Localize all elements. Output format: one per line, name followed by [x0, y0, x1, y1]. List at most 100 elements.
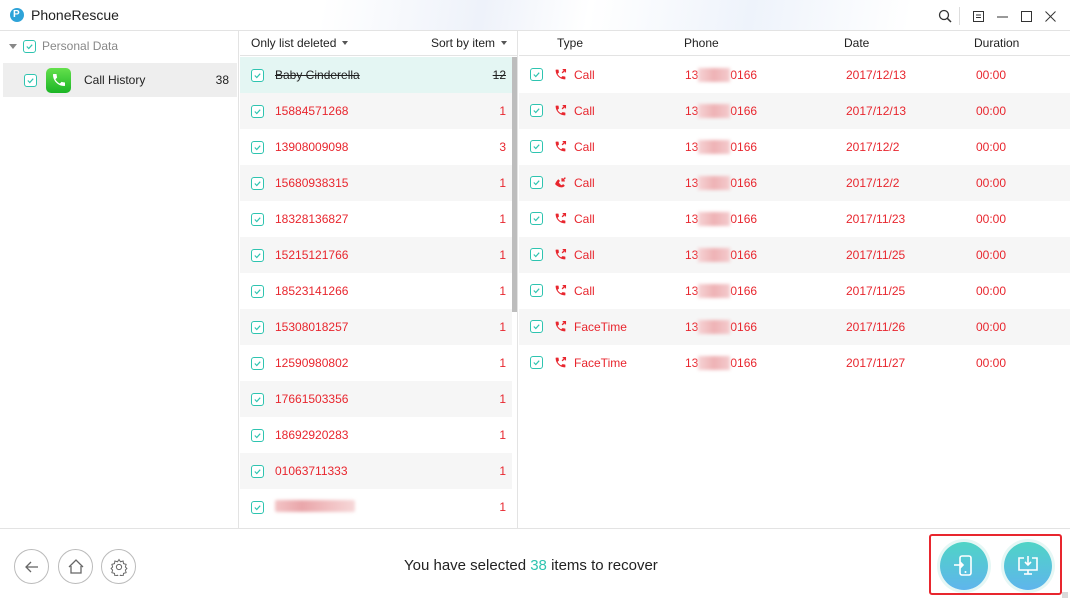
call-record-row[interactable]: Call 13 0166 2017/11/23 00:00 [519, 201, 1070, 237]
contact-row[interactable]: 15884571268 1 [240, 93, 512, 129]
home-button[interactable] [58, 549, 93, 584]
call-record-row[interactable]: Call 13 0166 2017/12/13 00:00 [519, 57, 1070, 93]
contact-name: 15215121766 [275, 248, 349, 262]
contact-checkbox[interactable] [251, 104, 264, 118]
column-header-duration[interactable]: Duration [974, 36, 1019, 50]
record-checkbox[interactable] [530, 248, 543, 261]
contact-checkbox[interactable] [251, 320, 264, 334]
sort-dropdown[interactable]: Sort by item [431, 36, 507, 50]
contact-row[interactable]: 18328136827 1 [240, 201, 512, 237]
call-direction [554, 320, 567, 336]
record-checkbox[interactable] [530, 176, 543, 189]
outgoing-call-icon [555, 248, 567, 260]
resize-grip[interactable] [1062, 592, 1068, 598]
record-checkbox[interactable] [530, 284, 543, 297]
check-icon [254, 288, 261, 294]
record-checkbox[interactable] [530, 140, 543, 153]
call-date: 2017/11/25 [846, 284, 906, 298]
contact-row[interactable]: 18523141266 1 [240, 273, 512, 309]
record-checkbox[interactable] [530, 68, 543, 81]
phone-suffix: 0166 [730, 140, 758, 154]
contact-row[interactable]: 17661503356 1 [240, 381, 512, 417]
sort-dropdown-label: Sort by item [430, 36, 495, 50]
back-button[interactable] [14, 549, 49, 584]
record-checkbox[interactable] [530, 356, 543, 369]
call-type: Call [574, 284, 595, 298]
contact-name: 18692920283 [275, 428, 349, 442]
call-record-row[interactable]: Call 13 0166 2017/11/25 00:00 [519, 237, 1070, 273]
contact-checkbox[interactable] [251, 248, 264, 262]
contact-checkbox[interactable] [251, 284, 264, 298]
contact-row[interactable]: 01063711333 1 [240, 453, 512, 489]
search-button[interactable] [935, 6, 955, 26]
call-record-row[interactable]: Call 13 0166 2017/12/2 00:00 [519, 129, 1070, 165]
call-record-row[interactable]: FaceTime 13 0166 2017/11/26 00:00 [519, 309, 1070, 345]
contact-row[interactable]: 15308018257 1 [240, 309, 512, 345]
outgoing-call-icon [555, 212, 567, 224]
sidebar-item-call-history[interactable]: Call History 38 [3, 63, 237, 97]
menu-icon [972, 10, 984, 22]
contact-row[interactable]: 15680938315 1 [240, 165, 512, 201]
column-header-date[interactable]: Date [844, 36, 869, 50]
contact-row[interactable]: Baby Cinderella 12 [240, 57, 512, 93]
recover-to-computer-button[interactable] [1004, 542, 1052, 590]
call-record-row[interactable]: Call 13 0166 2017/11/25 00:00 [519, 273, 1070, 309]
call-record-row[interactable]: FaceTime 13 0166 2017/11/27 00:00 [519, 345, 1070, 381]
record-checkbox[interactable] [530, 104, 543, 117]
details-list: Call 13 0166 2017/12/13 00:00 Call 13 0166 2017/… [519, 57, 1070, 381]
contact-row[interactable]: 12590980802 1 [240, 345, 512, 381]
menu-button[interactable] [968, 6, 988, 26]
maximize-icon [1020, 10, 1032, 22]
maximize-button[interactable] [1016, 6, 1036, 26]
contact-row[interactable]: 1 [240, 489, 512, 525]
contact-checkbox[interactable] [251, 212, 264, 226]
collapse-caret-icon[interactable] [9, 43, 17, 49]
status-suffix: items to recover [551, 557, 658, 574]
filter-dropdown-label: Only list deleted [251, 36, 337, 50]
close-button[interactable] [1040, 6, 1060, 26]
check-icon [533, 324, 540, 330]
call-record-row[interactable]: Call 13 0166 2017/12/13 00:00 [519, 93, 1070, 129]
item-checkbox[interactable] [24, 73, 37, 87]
call-phone: 13 0166 [685, 320, 757, 334]
contact-checkbox[interactable] [251, 68, 264, 82]
record-checkbox[interactable] [530, 212, 543, 225]
phone-redacted [698, 356, 731, 370]
contact-row[interactable]: 15215121766 1 [240, 237, 512, 273]
settings-button[interactable] [101, 549, 136, 584]
phone-prefix: 13 [685, 320, 699, 334]
filter-dropdown[interactable]: Only list deleted [251, 36, 349, 50]
contact-checkbox[interactable] [251, 428, 264, 442]
contact-checkbox[interactable] [251, 464, 264, 478]
contact-row[interactable]: 13908009098 3 [240, 129, 512, 165]
call-duration: 00:00 [976, 248, 1007, 262]
contact-checkbox[interactable] [251, 176, 264, 190]
contact-checkbox[interactable] [251, 500, 264, 514]
column-header-type[interactable]: Type [557, 36, 583, 50]
call-type: Call [574, 104, 595, 118]
sidebar-group-personal-data[interactable]: Personal Data [0, 31, 239, 61]
contact-checkbox[interactable] [251, 392, 264, 406]
check-icon [533, 288, 540, 294]
call-record-row[interactable]: Call 13 0166 2017/12/2 00:00 [519, 165, 1070, 201]
contact-count: 1 [499, 356, 506, 370]
phone-prefix: 13 [685, 356, 699, 370]
contacts-panel: Only list deleted Sort by item Baby Cind… [240, 31, 518, 528]
call-phone: 13 0166 [685, 284, 757, 298]
selection-status: You have selected 38 items to recover [404, 557, 658, 574]
contact-count: 1 [499, 176, 506, 190]
phone-redacted [698, 140, 731, 154]
scrollbar-thumb[interactable] [512, 57, 517, 312]
chevron-down-icon [342, 41, 349, 45]
phone-prefix: 13 [685, 284, 699, 298]
contact-checkbox[interactable] [251, 140, 264, 154]
outgoing-call-icon [555, 284, 567, 296]
contact-checkbox[interactable] [251, 356, 264, 370]
column-header-phone[interactable]: Phone [684, 36, 719, 50]
recover-to-device-button[interactable] [940, 542, 988, 590]
group-checkbox[interactable] [23, 39, 36, 53]
minimize-button[interactable] [992, 6, 1012, 26]
record-checkbox[interactable] [530, 320, 543, 333]
outgoing-call-icon [555, 320, 567, 332]
contact-row[interactable]: 18692920283 1 [240, 417, 512, 453]
